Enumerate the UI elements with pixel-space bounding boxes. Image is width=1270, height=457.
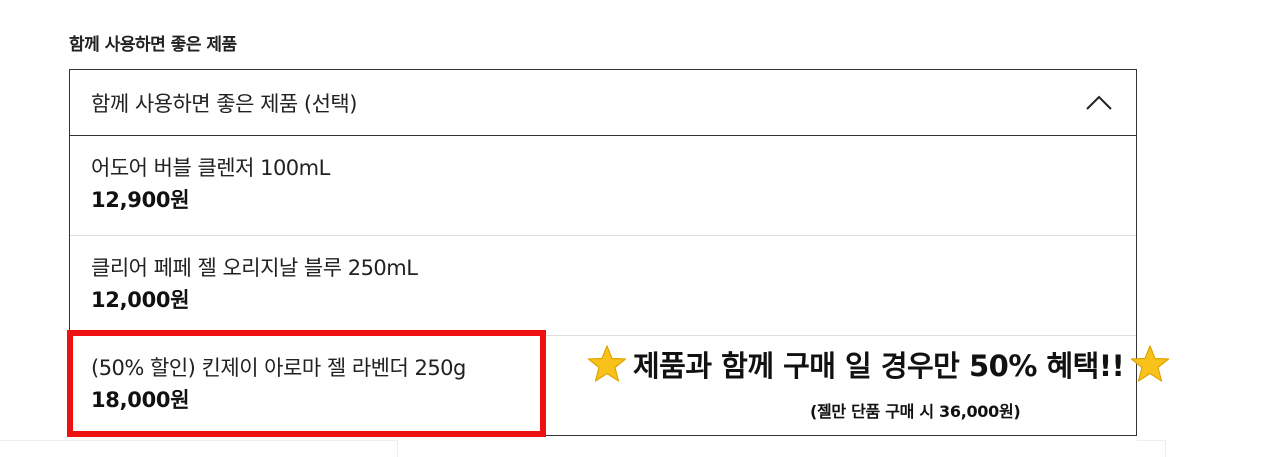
dropdown-option[interactable]: 어도어 버블 클렌저 100mL 12,900원 [70,136,1136,236]
dropdown-placeholder: 함께 사용하면 좋은 제품 (선택) [91,91,357,116]
star-icon [1131,345,1170,382]
promo-headline: 제품과 함께 구매 일 경우만 50% 혜택!! [633,349,1125,383]
promo-banner: 제품과 함께 구매 일 경우만 50% 혜택!! [587,344,1237,384]
option-price: 12,900원 [91,188,190,212]
option-name: 클리어 페페 젤 오리지날 블루 250mL [91,256,418,280]
chevron-up-icon [1086,95,1112,110]
dropdown-option[interactable]: 클리어 페페 젤 오리지날 블루 250mL 12,000원 [70,236,1136,336]
dropdown-toggle[interactable]: 함께 사용하면 좋은 제품 (선택) [70,70,1136,136]
section-title: 함께 사용하면 좋은 제품 [69,35,237,55]
product-addon-panel: 함께 사용하면 좋은 제품 함께 사용하면 좋은 제품 (선택) 어도어 버블 … [0,0,1270,457]
promo-note: (젤만 단품 구매 시 36,000원) [810,402,1021,421]
star-icon [587,345,627,382]
option-price: 12,000원 [91,288,190,312]
option-name: 어도어 버블 클렌저 100mL [91,156,330,180]
divider [1137,440,1166,457]
divider [0,440,398,457]
